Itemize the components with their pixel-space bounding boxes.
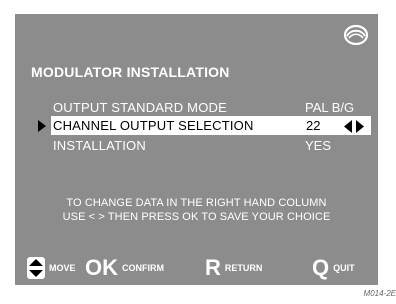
legend-label: CONFIRM bbox=[122, 263, 164, 273]
menu-item-value: YES bbox=[305, 138, 332, 153]
legend-return: R RETURN bbox=[205, 257, 262, 279]
menu-item-label: INSTALLATION bbox=[53, 138, 146, 153]
menu-item-value: 22 bbox=[306, 118, 321, 133]
menu-item-label: CHANNEL OUTPUT SELECTION bbox=[53, 118, 254, 133]
page-title: MODULATOR INSTALLATION bbox=[31, 64, 230, 80]
ok-key-icon: OK bbox=[85, 255, 118, 280]
brand-logo-icon bbox=[343, 23, 369, 47]
legend-label: QUIT bbox=[333, 263, 355, 273]
menu-item-value: PAL B/G bbox=[305, 100, 355, 115]
selection-pointer-icon bbox=[38, 120, 46, 132]
q-key-icon: Q bbox=[312, 255, 330, 280]
osd-screen: MODULATOR INSTALLATION OUTPUT STANDARD M… bbox=[15, 14, 378, 285]
left-right-arrows-icon[interactable] bbox=[344, 119, 364, 133]
up-down-arrows-icon bbox=[27, 257, 45, 279]
legend-move: MOVE bbox=[27, 257, 76, 279]
legend-quit: Q QUIT bbox=[312, 257, 355, 279]
r-key-icon: R bbox=[205, 255, 221, 280]
menu-item-installation[interactable]: INSTALLATION YES bbox=[53, 136, 369, 155]
help-text-line: TO CHANGE DATA IN THE RIGHT HAND COLUMN bbox=[66, 197, 327, 209]
menu-item-channel-output-selection[interactable]: CHANNEL OUTPUT SELECTION 22 bbox=[51, 116, 371, 135]
legend-label: MOVE bbox=[49, 263, 76, 273]
legend-label: RETURN bbox=[224, 263, 263, 273]
menu-item-output-standard-mode[interactable]: OUTPUT STANDARD MODE PAL B/G bbox=[53, 98, 369, 117]
legend-confirm: OK CONFIRM bbox=[85, 257, 164, 279]
help-text-line: USE < > THEN PRESS OK TO SAVE YOUR CHOIC… bbox=[62, 211, 331, 223]
menu-item-label: OUTPUT STANDARD MODE bbox=[53, 100, 227, 115]
figure-reference: M014-2E bbox=[363, 289, 396, 298]
